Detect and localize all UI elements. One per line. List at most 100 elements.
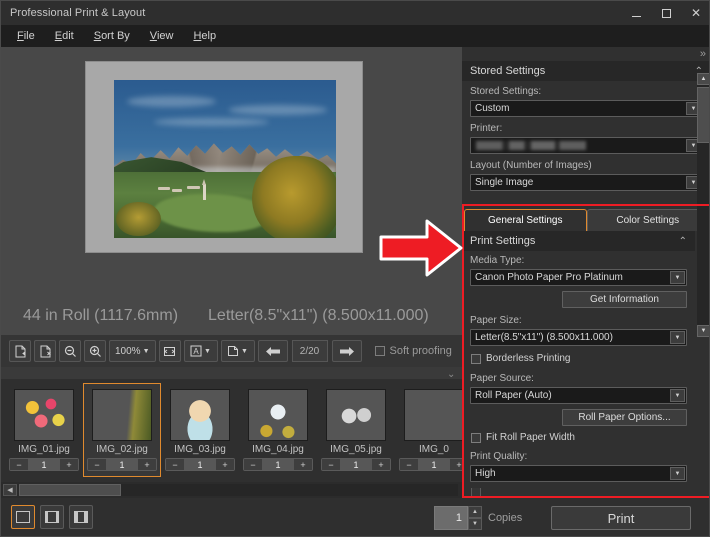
roll-paper-options-button[interactable]: Roll Paper Options... xyxy=(562,409,687,426)
fit-roll-paper-width-checkbox[interactable]: Fit Roll Paper Width xyxy=(471,432,575,443)
close-icon[interactable]: ✕ xyxy=(681,1,709,25)
decrement-button[interactable]: − xyxy=(322,459,340,470)
scroll-left-icon[interactable]: ◀ xyxy=(3,484,17,496)
increment-button[interactable]: + xyxy=(450,459,462,470)
decrement-button[interactable]: − xyxy=(400,459,418,470)
thumbnail-filename: IMG_0 xyxy=(418,444,449,455)
scroll-down-icon[interactable]: ▼ xyxy=(697,325,709,337)
menu-item-edit[interactable]: Edit xyxy=(45,27,84,45)
printer-dropdown[interactable]: ▼ xyxy=(470,137,703,154)
quantity-stepper[interactable]: − 1 + xyxy=(243,458,313,471)
quantity-stepper[interactable]: − 1 + xyxy=(87,458,157,471)
clipped-checkbox-option[interactable] xyxy=(471,488,481,496)
increment-button[interactable]: + xyxy=(216,459,234,470)
paper-source-dropdown[interactable]: Roll Paper (Auto) ▼ xyxy=(470,387,687,404)
settings-scrollbar[interactable]: ▲ ▼ xyxy=(697,73,709,337)
thumbnail-filename: IMG_03.jpg xyxy=(174,444,226,455)
print-quality-dropdown[interactable]: High ▼ xyxy=(470,465,687,482)
chevron-down-icon[interactable]: ▼ xyxy=(670,389,685,402)
tab-general-settings[interactable]: General Settings xyxy=(464,209,587,231)
list-item[interactable]: IMG_02.jpg − 1 + xyxy=(83,383,161,477)
minimize-icon[interactable] xyxy=(621,1,651,25)
menu-item-sort-by[interactable]: Sort By xyxy=(84,27,140,45)
quantity-stepper[interactable]: − 1 + xyxy=(321,458,391,471)
view-double-icon[interactable] xyxy=(40,505,64,529)
soft-proofing-checkbox[interactable]: Soft proofing xyxy=(374,345,452,357)
borderless-printing-checkbox[interactable]: Borderless Printing xyxy=(471,353,570,364)
preview-toolbar: 100% ▼ A ▼ ▼ 2/20 Soft proofing xyxy=(1,335,462,367)
photo-right-tree xyxy=(251,155,336,238)
list-item[interactable]: IMG_01.jpg − 1 + xyxy=(5,383,83,477)
menu-item-file[interactable]: File xyxy=(7,27,45,45)
maximize-icon[interactable] xyxy=(651,1,681,25)
increment-button[interactable]: + xyxy=(372,459,390,470)
paper-source-label: Paper Source: xyxy=(470,373,534,384)
quantity-stepper[interactable]: − 1 + xyxy=(399,458,462,471)
paper-info-label: Letter(8.5"x11") (8.500x11.000) xyxy=(208,307,429,324)
stored-settings-dropdown[interactable]: Custom ▼ xyxy=(470,100,703,117)
page-tool-dropdown[interactable]: ▼ xyxy=(220,340,255,362)
increment-button[interactable]: + xyxy=(60,459,78,470)
menu-item-view[interactable]: View xyxy=(140,27,184,45)
settings-panel: » Stored Settings ⌃ Stored Settings: Cus… xyxy=(462,47,709,498)
list-item[interactable]: IMG_0 − 1 + xyxy=(395,383,462,477)
increment-button[interactable]: + xyxy=(138,459,156,470)
media-type-label: Media Type: xyxy=(470,255,525,266)
stored-settings-header[interactable]: Stored Settings ⌃ xyxy=(462,61,709,81)
menu-item-view-rest: iew xyxy=(156,30,174,42)
scrollbar-track[interactable] xyxy=(697,85,709,325)
chevron-down-icon[interactable]: ▼ xyxy=(670,271,685,284)
layout-dropdown[interactable]: Single Image ▼ xyxy=(470,174,703,191)
print-quality-label: Print Quality: xyxy=(470,451,528,462)
list-item[interactable]: IMG_04.jpg − 1 + xyxy=(239,383,317,477)
paper-size-dropdown[interactable]: Letter(8.5"x11") (8.500x11.000) ▼ xyxy=(470,329,687,346)
copies-increment-icon[interactable]: ▲ xyxy=(468,506,482,518)
zoom-out-icon[interactable] xyxy=(59,340,81,362)
thumbnail-filename: IMG_01.jpg xyxy=(18,444,70,455)
copies-value[interactable]: 1 xyxy=(434,506,468,530)
quantity-stepper[interactable]: − 1 + xyxy=(9,458,79,471)
add-page-icon[interactable] xyxy=(9,340,31,362)
decrement-button[interactable]: − xyxy=(88,459,106,470)
chevron-down-icon[interactable]: ▼ xyxy=(670,467,685,480)
thumbnail-image xyxy=(170,389,230,441)
print-settings-header[interactable]: Print Settings ⌃ xyxy=(462,231,695,251)
copies-stepper[interactable]: 1 ▲ ▼ xyxy=(434,506,482,530)
decrement-button[interactable]: − xyxy=(10,459,28,470)
view-triple-icon[interactable] xyxy=(69,505,93,529)
decrement-button[interactable]: − xyxy=(244,459,262,470)
chevron-down-icon[interactable]: ▼ xyxy=(670,331,685,344)
thumbnail-filmstrip[interactable]: IMG_01.jpg − 1 + IMG_02.jpg − 1 + IMG_03… xyxy=(1,379,462,482)
fit-roll-paper-width-label: Fit Roll Paper Width xyxy=(486,432,575,443)
menu-item-help[interactable]: Help xyxy=(183,27,226,45)
chevron-up-icon[interactable]: ⌃ xyxy=(679,236,687,247)
fit-to-window-icon[interactable] xyxy=(158,340,181,362)
quantity-value: 1 xyxy=(418,459,450,470)
view-single-icon[interactable] xyxy=(11,505,35,529)
list-item[interactable]: IMG_05.jpg − 1 + xyxy=(317,383,395,477)
zoom-level-dropdown[interactable]: 100% ▼ xyxy=(109,340,156,362)
scroll-up-icon[interactable]: ▲ xyxy=(697,73,709,85)
get-information-button[interactable]: Get Information xyxy=(562,291,687,308)
previous-page-icon[interactable] xyxy=(257,340,288,362)
tab-color-settings[interactable]: Color Settings xyxy=(586,209,709,231)
delete-page-icon[interactable] xyxy=(34,340,56,362)
scrollbar-track[interactable] xyxy=(19,484,458,496)
list-item[interactable]: IMG_03.jpg − 1 + xyxy=(161,383,239,477)
scrollbar-thumb[interactable] xyxy=(697,87,709,143)
media-type-dropdown[interactable]: Canon Photo Paper Pro Platinum ▼ xyxy=(470,269,687,286)
expand-panel-icon[interactable]: » xyxy=(700,48,706,60)
next-page-icon[interactable] xyxy=(331,340,362,362)
decrement-button[interactable]: − xyxy=(166,459,184,470)
svg-text:A: A xyxy=(193,347,199,356)
filmstrip-scrollbar[interactable]: ◀ xyxy=(1,482,462,498)
print-button[interactable]: Print xyxy=(551,506,691,530)
increment-button[interactable]: + xyxy=(294,459,312,470)
text-tool-dropdown[interactable]: A ▼ xyxy=(183,340,218,362)
copies-decrement-icon[interactable]: ▼ xyxy=(468,518,482,530)
photo-cloud xyxy=(153,117,270,126)
scrollbar-thumb[interactable] xyxy=(19,484,121,496)
quantity-stepper[interactable]: − 1 + xyxy=(165,458,235,471)
copies-arrows: ▲ ▼ xyxy=(468,506,482,530)
zoom-in-icon[interactable] xyxy=(84,340,106,362)
